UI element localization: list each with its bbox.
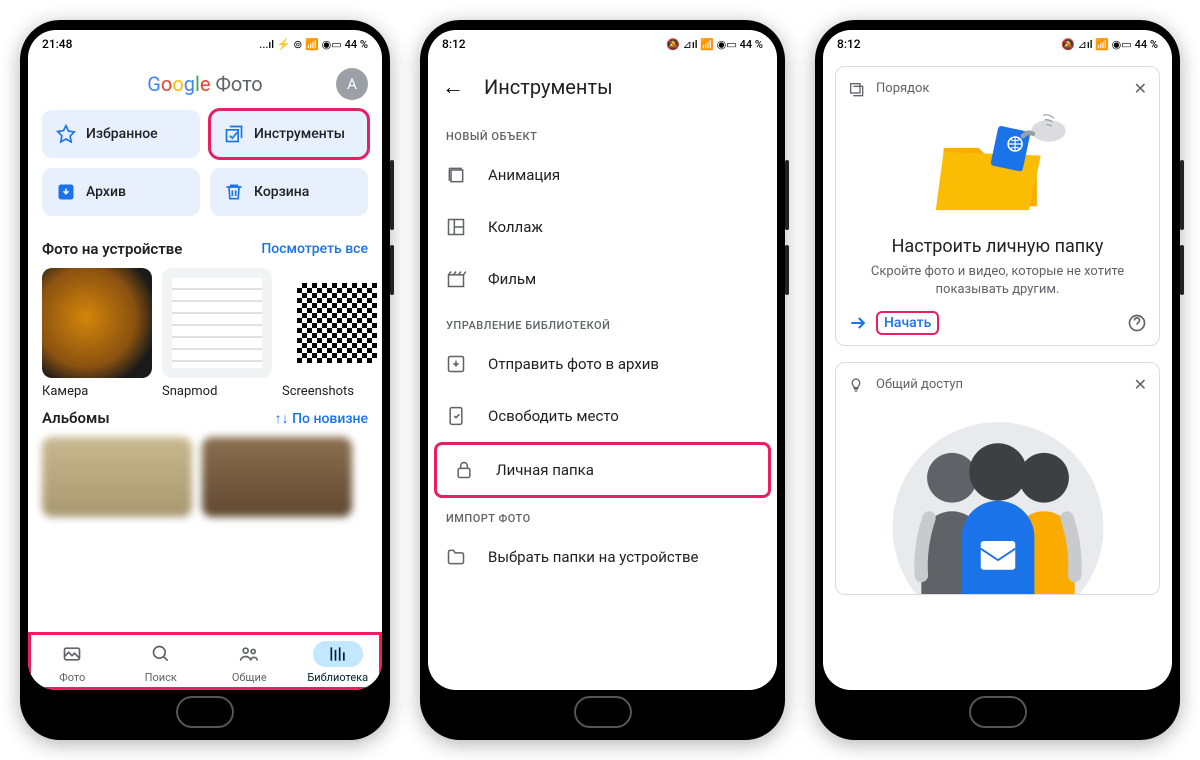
section-device-photos: Фото на устройстве	[42, 240, 182, 258]
card-sharing: Общий доступ ✕	[835, 362, 1160, 595]
card-setup-locked: Порядок ✕ Настроить личную па	[835, 66, 1160, 346]
status-bar: 8:12 🔕 ⊿ıl 📶 ◉▭ 44 %	[823, 30, 1172, 58]
section-manage: УПРАВЛЕНИЕ БИБЛИОТЕКОЙ	[428, 305, 777, 338]
avatar[interactable]: A	[336, 68, 368, 100]
nav-library[interactable]: Библиотека	[294, 633, 383, 690]
library-icon	[328, 644, 348, 664]
item-collage[interactable]: Коллаж	[428, 201, 777, 253]
album-thumb	[282, 268, 382, 378]
lock-icon	[454, 460, 474, 480]
status-time: 21:48	[42, 37, 72, 51]
start-button[interactable]: Начать	[878, 313, 937, 333]
album-camera[interactable]: Камера	[42, 268, 152, 399]
close-icon[interactable]: ✕	[1134, 375, 1147, 394]
status-icons: 🔕 ⊿ıl 📶 ◉▭ 44 %	[1061, 38, 1158, 51]
back-button[interactable]: ←	[442, 74, 464, 100]
status-time: 8:12	[837, 37, 861, 51]
tile-archive[interactable]: Архив	[42, 168, 200, 216]
nav-search[interactable]: Поиск	[117, 633, 206, 690]
archive-down-icon	[446, 354, 466, 374]
animation-icon	[446, 165, 466, 185]
app-logo: GoogleФото	[147, 72, 262, 96]
phone-frame-2: 8:12 🔕 ⊿ıl 📶 ◉▭ 44 % ← Инструменты НОВЫЙ…	[420, 20, 785, 740]
item-animation[interactable]: Анимация	[428, 149, 777, 201]
tools-icon	[224, 124, 244, 144]
photo-icon	[62, 644, 82, 664]
item-locked-folder[interactable]: Личная папка	[436, 444, 769, 496]
album-blurred[interactable]	[202, 437, 352, 517]
movie-icon	[446, 269, 466, 289]
status-bar: 21:48 ...ıl ⚡ ⊚ 📶 ◉▭ 44 %	[28, 30, 382, 58]
phone-frame-3: 8:12 🔕 ⊿ıl 📶 ◉▭ 44 % Порядок ✕	[815, 20, 1180, 740]
phone-frame-1: 21:48 ...ıl ⚡ ⊚ 📶 ◉▭ 44 % GoogleФото A И…	[20, 20, 390, 740]
item-free-space[interactable]: Освободить место	[428, 390, 777, 442]
people-illustration	[848, 394, 1147, 594]
card-subtitle: Скройте фото и видео, которые не хотите …	[848, 263, 1147, 299]
collage-icon	[446, 217, 466, 237]
status-time: 8:12	[442, 37, 466, 51]
nav-shared[interactable]: Общие	[205, 633, 294, 690]
trash-icon	[224, 182, 244, 202]
album-thumb	[42, 268, 152, 378]
bottom-nav: Фото Поиск Общие Библиотека	[28, 632, 382, 690]
link-view-all[interactable]: Посмотреть все	[261, 241, 368, 257]
section-new: НОВЫЙ ОБЪЕКТ	[428, 116, 777, 149]
free-space-icon	[446, 406, 466, 426]
nav-photos[interactable]: Фото	[28, 633, 117, 690]
archive-icon	[56, 182, 76, 202]
folder-illustration	[848, 98, 1147, 228]
page-title: Инструменты	[484, 75, 613, 99]
section-albums: Альбомы	[42, 409, 110, 427]
album-screenshots[interactable]: Screenshots	[282, 268, 382, 399]
arrow-right-icon	[848, 313, 868, 333]
help-icon[interactable]	[1127, 313, 1147, 333]
close-icon[interactable]: ✕	[1134, 79, 1147, 98]
album-blurred[interactable]	[42, 437, 192, 517]
tile-tools[interactable]: Инструменты	[210, 110, 368, 158]
item-archive[interactable]: Отправить фото в архив	[428, 338, 777, 390]
tile-favorites[interactable]: Избранное	[42, 110, 200, 158]
order-icon	[848, 81, 864, 97]
status-icons: ...ıl ⚡ ⊚ 📶 ◉▭ 44 %	[259, 38, 368, 51]
search-icon	[151, 644, 171, 664]
status-icons: 🔕 ⊿ıl 📶 ◉▭ 44 %	[666, 38, 763, 51]
album-snapmod[interactable]: Snapmod	[162, 268, 272, 399]
section-import: ИМПОРТ ФОТО	[428, 498, 777, 531]
album-thumb	[162, 268, 272, 378]
people-icon	[239, 644, 259, 664]
tile-trash[interactable]: Корзина	[210, 168, 368, 216]
star-icon	[56, 124, 76, 144]
folder-icon	[446, 547, 466, 567]
bulb-icon	[848, 377, 864, 393]
item-movie[interactable]: Фильм	[428, 253, 777, 305]
item-choose-folders[interactable]: Выбрать папки на устройстве	[428, 531, 777, 583]
status-bar: 8:12 🔕 ⊿ıl 📶 ◉▭ 44 %	[428, 30, 777, 58]
sort-link[interactable]: ↑↓ По новизне	[275, 410, 368, 427]
card-title: Настроить личную папку	[848, 236, 1147, 257]
